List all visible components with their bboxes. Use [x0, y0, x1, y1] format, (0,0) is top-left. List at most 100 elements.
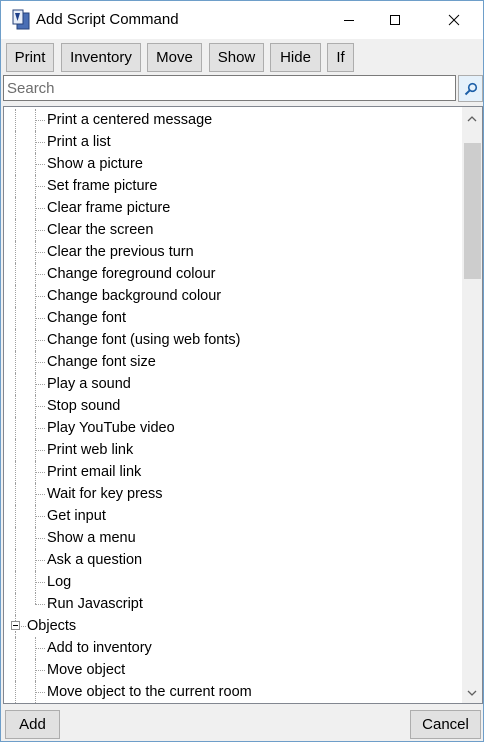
search-icon — [464, 82, 477, 95]
tree-line — [15, 483, 16, 505]
command-tree[interactable]: Print a centered message Print a list Sh… — [3, 106, 483, 704]
tree-item-label: Print a list — [47, 134, 111, 150]
tree-item[interactable]: Show a menu — [4, 527, 462, 549]
tree-item[interactable]: Run Javascript — [4, 593, 462, 615]
tree-item[interactable]: Wait for key press — [4, 483, 462, 505]
tree-line — [15, 461, 16, 483]
tree-line — [35, 252, 45, 253]
maximize-button[interactable] — [372, 1, 418, 39]
tree-line — [15, 197, 16, 219]
tree-item-label: Show a menu — [47, 530, 136, 546]
tree-item-label: Print a centered message — [47, 112, 213, 128]
tree-line — [35, 538, 45, 539]
tree-line — [15, 175, 16, 197]
cancel-button[interactable]: Cancel — [410, 710, 481, 739]
tree-line — [35, 593, 36, 604]
tree-item-label: Move object to the current room — [47, 684, 252, 700]
tree-line — [15, 329, 16, 351]
scroll-up-button[interactable] — [462, 109, 482, 129]
tree-item[interactable]: Move object to the current room — [4, 681, 462, 703]
tree-item-label: Change font (using web fonts) — [47, 332, 241, 348]
tree-item[interactable]: Stop sound — [4, 395, 462, 417]
tree-line — [15, 395, 16, 417]
tree-line — [35, 296, 45, 297]
title-bar[interactable]: Add Script Command — [1, 1, 483, 39]
tree-line — [35, 340, 45, 341]
close-button[interactable] — [431, 1, 477, 39]
tree-line — [15, 351, 16, 373]
tree-item[interactable]: Clear the screen — [4, 219, 462, 241]
tree-item[interactable]: Change font (using web fonts) — [4, 329, 462, 351]
tree-group-objects[interactable]: Objects — [4, 615, 462, 637]
hide-button[interactable]: Hide — [270, 43, 321, 72]
tree-line — [35, 604, 45, 605]
tree-line — [15, 417, 16, 439]
if-button[interactable]: If — [327, 43, 354, 72]
search-button[interactable] — [458, 75, 483, 102]
tree-line — [15, 241, 16, 263]
tree-item[interactable]: Change foreground colour — [4, 263, 462, 285]
tree-line — [35, 472, 45, 473]
tree-item-label: Set frame picture — [47, 178, 158, 194]
tree-item-label: Move object — [47, 662, 126, 678]
tree-item[interactable]: Print web link — [4, 439, 462, 461]
tree-item[interactable]: Add to inventory — [4, 637, 462, 659]
show-button[interactable]: Show — [209, 43, 264, 72]
tree-item[interactable]: Print email link — [4, 461, 462, 483]
tree-item-label: Wait for key press — [47, 486, 163, 502]
inventory-button[interactable]: Inventory — [61, 43, 141, 72]
tree-item-label: Stop sound — [47, 398, 121, 414]
tree-item[interactable]: Move object — [4, 659, 462, 681]
tree-item[interactable]: Show a picture — [4, 153, 462, 175]
tree-line — [15, 131, 16, 153]
tree-line — [15, 659, 16, 681]
tree-line — [15, 439, 16, 461]
minimize-button[interactable] — [326, 1, 372, 39]
tree-item-label: Change background colour — [47, 288, 222, 304]
search-input[interactable] — [3, 75, 456, 101]
tree-item[interactable]: Print a centered message — [4, 109, 462, 131]
vertical-scrollbar[interactable] — [462, 107, 482, 703]
tree-item[interactable]: Change background colour — [4, 285, 462, 307]
tree-line — [15, 505, 16, 527]
tree-item[interactable]: Play YouTube video — [4, 417, 462, 439]
chevron-up-icon — [467, 116, 477, 122]
tree-line — [35, 450, 45, 451]
tree-list: Print a centered message Print a list Sh… — [4, 109, 462, 703]
add-button[interactable]: Add — [5, 710, 60, 739]
tree-line — [35, 648, 45, 649]
tree-item[interactable]: Play a sound — [4, 373, 462, 395]
tree-line — [35, 516, 45, 517]
move-button[interactable]: Move — [147, 43, 202, 72]
tree-item-label: Play a sound — [47, 376, 131, 392]
tree-item[interactable]: Print a list — [4, 131, 462, 153]
tree-item[interactable]: Change font — [4, 307, 462, 329]
tree-line — [15, 109, 16, 131]
tree-item[interactable]: Ask a question — [4, 549, 462, 571]
tree-item[interactable]: Log — [4, 571, 462, 593]
scroll-down-button[interactable] — [462, 683, 482, 703]
print-button[interactable]: Print — [6, 43, 54, 72]
collapse-icon[interactable] — [11, 621, 20, 630]
tree-line — [15, 285, 16, 307]
close-icon — [448, 14, 460, 26]
tree-line — [15, 593, 16, 615]
tree-line — [35, 362, 45, 363]
tree-item-label: Change foreground colour — [47, 266, 216, 282]
tree-item[interactable]: Set frame picture — [4, 175, 462, 197]
tree-line — [15, 219, 16, 241]
scroll-thumb[interactable] — [464, 143, 481, 279]
tree-item-label: Clear the previous turn — [47, 244, 194, 260]
tree-line — [35, 692, 45, 693]
tree-item-label: Change font — [47, 310, 127, 326]
tree-item[interactable]: Clear frame picture — [4, 197, 462, 219]
chevron-down-icon — [467, 690, 477, 696]
tree-item[interactable]: Clear the previous turn — [4, 241, 462, 263]
tree-line — [35, 560, 45, 561]
tree-group-label: Objects — [27, 618, 77, 634]
tree-item-label: Show a picture — [47, 156, 143, 172]
tree-item[interactable]: Change font size — [4, 351, 462, 373]
quest-app-icon — [12, 9, 30, 30]
tree-item[interactable]: Get input — [4, 505, 462, 527]
tree-line — [15, 549, 16, 571]
